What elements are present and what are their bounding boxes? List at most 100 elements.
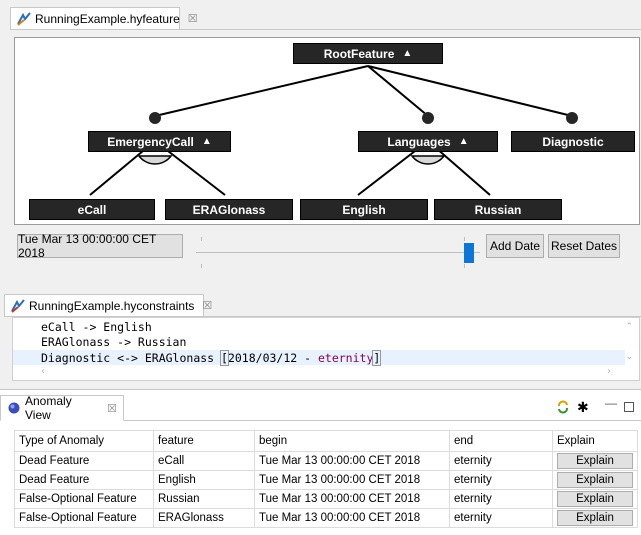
cell-explain: Explain <box>552 489 638 509</box>
maximize-icon[interactable] <box>624 402 634 412</box>
constraints-text-editor[interactable]: eCall -> English ERAGlonass -> Russian D… <box>12 317 640 381</box>
table-row[interactable]: Dead Feature eCall Tue Mar 13 00:00:00 C… <box>14 451 638 471</box>
explain-button[interactable]: Explain <box>557 491 633 507</box>
feature-label: RootFeature <box>323 46 395 61</box>
column-header-type[interactable]: Type of Anomaly <box>14 430 154 452</box>
feature-russian[interactable]: Russian <box>434 199 562 220</box>
collapse-arrow-icon[interactable]: ▲ <box>402 48 412 59</box>
feature-label: ERAGlonass <box>192 202 266 217</box>
cell-begin: Tue Mar 13 00:00:00 CET 2018 <box>254 508 450 528</box>
constraint-line: Diagnostic <-> ERAGlonass [2018/03/12 - … <box>41 350 382 366</box>
column-header-feature[interactable]: feature <box>153 430 255 452</box>
explain-button[interactable]: Explain <box>557 472 633 488</box>
slider-tick <box>464 237 465 241</box>
eternity-keyword: eternity <box>317 351 374 365</box>
cell-end: eternity <box>449 508 553 528</box>
feature-diagnostic[interactable]: Diagnostic <box>511 131 635 152</box>
explain-button[interactable]: Explain <box>557 453 633 469</box>
scroll-down-icon[interactable]: ⌄ <box>625 352 633 362</box>
feature-label: EmergencyCall <box>107 134 194 149</box>
date-slider-track[interactable] <box>196 252 480 253</box>
cell-feature: ERAGlonass <box>153 508 255 528</box>
optional-connector-icon <box>149 112 161 124</box>
column-header-begin[interactable]: begin <box>254 430 450 452</box>
cell-feature: eCall <box>153 451 255 471</box>
cell-end: eternity <box>449 489 553 509</box>
table-row[interactable]: False-Optional Feature Russian Tue Mar 1… <box>14 489 638 509</box>
explain-button[interactable]: Explain <box>557 510 633 526</box>
tab-hyfeature[interactable]: RunningExample.hyfeature ☒ <box>10 7 198 29</box>
feature-ecall[interactable]: eCall <box>29 199 155 220</box>
button-label: Reset Dates <box>550 239 618 253</box>
slider-tick <box>464 264 465 268</box>
sync-icon[interactable] <box>556 400 570 417</box>
button-label: Add Date <box>489 239 541 253</box>
feature-emergency-call[interactable]: EmergencyCall ▲ <box>88 131 231 152</box>
tab-label: RunningExample.hyconstraints <box>29 298 195 313</box>
feature-label: Diagnostic <box>542 134 604 149</box>
feature-english[interactable]: English <box>300 199 428 220</box>
bracket-open: [ <box>220 350 229 366</box>
anomaly-view-icon <box>7 401 21 415</box>
close-icon[interactable]: ☒ <box>107 402 117 415</box>
constraint-line: ERAGlonass -> Russian <box>41 335 187 349</box>
cell-type: False-Optional Feature <box>14 489 154 509</box>
reset-dates-button[interactable]: Reset Dates <box>548 234 620 258</box>
add-date-button[interactable]: Add Date <box>486 234 544 258</box>
divider <box>10 29 641 30</box>
constraints-file-icon <box>11 298 25 313</box>
column-header-explain[interactable]: Explain <box>552 430 638 452</box>
scroll-left-icon[interactable]: ‹ <box>41 366 45 377</box>
close-icon[interactable]: ☒ <box>188 12 198 25</box>
bracket-close: ] <box>372 350 382 366</box>
constraint-date: 2018/03/12 <box>227 351 298 365</box>
tab-label: RunningExample.hyfeature <box>35 11 180 26</box>
minimize-icon[interactable]: — <box>605 396 617 410</box>
slider-tick <box>201 264 202 268</box>
table-header-row: Type of Anomaly feature begin end Explai… <box>14 430 638 452</box>
gear-icon[interactable]: ✱ <box>577 399 589 416</box>
feature-label: English <box>342 202 386 217</box>
cell-end: eternity <box>449 451 553 471</box>
collapse-arrow-icon[interactable]: ▲ <box>202 136 212 147</box>
table-row[interactable]: Dead Feature English Tue Mar 13 00:00:00… <box>14 470 638 490</box>
column-header-end[interactable]: end <box>449 430 553 452</box>
cell-begin: Tue Mar 13 00:00:00 CET 2018 <box>254 451 450 471</box>
feature-eraglonass[interactable]: ERAGlonass <box>165 199 293 220</box>
cell-explain: Explain <box>552 470 638 490</box>
collapse-arrow-icon[interactable]: ▲ <box>459 136 469 147</box>
scroll-up-icon[interactable]: ⌃ <box>625 322 633 332</box>
cell-begin: Tue Mar 13 00:00:00 CET 2018 <box>254 489 450 509</box>
cell-explain: Explain <box>552 508 638 528</box>
constraint-text: Diagnostic <-> ERAGlonass <box>41 351 222 365</box>
slider-tick <box>201 237 202 241</box>
feature-root[interactable]: RootFeature ▲ <box>293 43 443 64</box>
cell-type: Dead Feature <box>14 470 154 490</box>
cell-type: False-Optional Feature <box>14 508 154 528</box>
optional-connector-icon <box>566 112 578 124</box>
tab-anomaly-view[interactable]: Anomaly View ☒ <box>0 394 124 422</box>
tab-hyconstraints[interactable]: RunningExample.hyconstraints ☒ <box>4 294 212 316</box>
feature-diagram-canvas[interactable]: RootFeature ▲ EmergencyCall ▲ Languages … <box>14 37 640 225</box>
close-icon[interactable]: ☒ <box>202 299 212 312</box>
tab-label: Anomaly View <box>25 394 72 422</box>
cell-end: eternity <box>449 470 553 490</box>
constraint-dash: - <box>297 351 318 365</box>
table-row[interactable]: False-Optional Feature ERAGlonass Tue Ma… <box>14 508 638 528</box>
scroll-right-icon[interactable]: › <box>607 366 611 377</box>
optional-connector-icon <box>422 112 434 124</box>
constraint-line: eCall -> English <box>41 320 152 334</box>
feature-label: Russian <box>474 202 522 217</box>
divider <box>124 420 641 421</box>
cell-explain: Explain <box>552 451 638 471</box>
anomaly-table: Type of Anomaly feature begin end Explai… <box>14 430 638 528</box>
feature-model-icon <box>17 11 31 26</box>
cell-begin: Tue Mar 13 00:00:00 CET 2018 <box>254 470 450 490</box>
feature-languages[interactable]: Languages ▲ <box>358 131 498 152</box>
date-label: Tue Mar 13 00:00:00 CET 2018 <box>18 232 157 260</box>
cell-feature: Russian <box>153 489 255 509</box>
date-slider-thumb[interactable] <box>464 243 474 263</box>
feature-label: eCall <box>77 202 107 217</box>
cell-feature: English <box>153 470 255 490</box>
cell-type: Dead Feature <box>14 451 154 471</box>
